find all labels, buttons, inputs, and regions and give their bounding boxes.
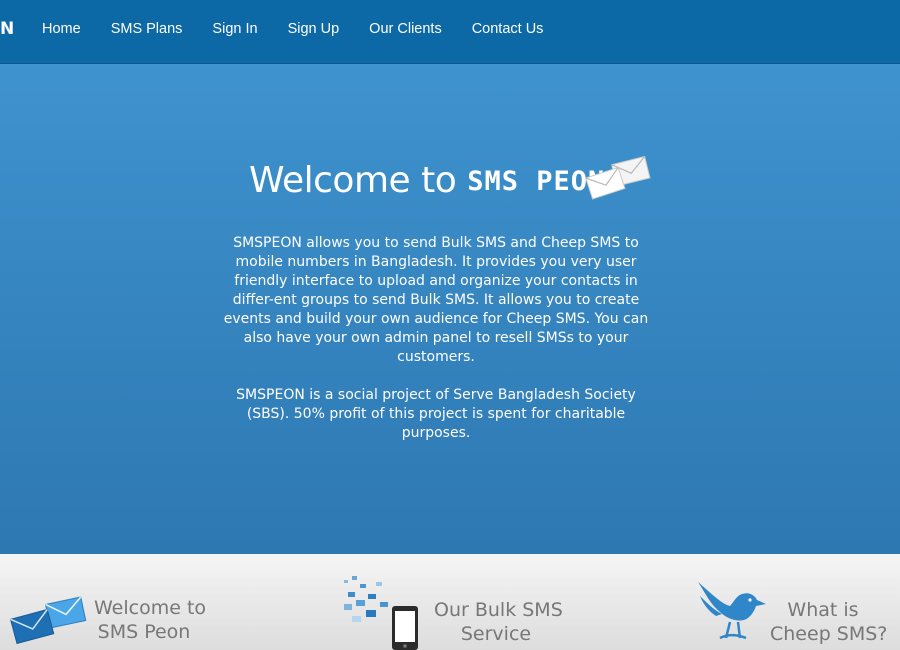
main-nav: Home SMS Plans Sign In Sign Up Our Clien… bbox=[42, 21, 573, 37]
nav-contact-us[interactable]: Contact Us bbox=[472, 21, 544, 37]
feature-cheep-sms[interactable]: What is Cheep SMS? bbox=[690, 554, 900, 650]
feature-bulk-sms-label: Our Bulk SMS Service bbox=[434, 598, 563, 646]
nav-sign-in[interactable]: Sign In bbox=[212, 21, 257, 37]
feature-cheep-sms-label: What is Cheep SMS? bbox=[770, 598, 888, 646]
feature-welcome[interactable]: Welcome to SMS Peon bbox=[0, 554, 300, 650]
envelopes-icon bbox=[585, 155, 651, 200]
hero-paragraph-2: SMSPEON is a social project of Serve Ban… bbox=[236, 387, 636, 441]
hero-title-prefix: Welcome to bbox=[249, 160, 457, 201]
bird-icon bbox=[698, 582, 766, 640]
feature-bulk-sms-line2: Service bbox=[460, 623, 532, 645]
feature-welcome-line1: Welcome to bbox=[94, 597, 207, 619]
feature-cheep-sms-line2: Cheep SMS? bbox=[770, 623, 888, 645]
nav-sign-up[interactable]: Sign Up bbox=[288, 21, 340, 37]
site-logo[interactable]: N bbox=[0, 19, 14, 39]
feature-welcome-label: Welcome to SMS Peon bbox=[94, 596, 207, 644]
feature-bulk-sms[interactable]: Our Bulk SMS Service bbox=[330, 554, 590, 650]
top-navigation-bar: N Home SMS Plans Sign In Sign Up Our Cli… bbox=[0, 0, 900, 64]
feature-welcome-line2: SMS Peon bbox=[97, 621, 191, 643]
features-strip: Welcome to SMS Peon Our Bulk SMS Service bbox=[0, 554, 900, 650]
hero-banner: Welcome to SMS PEON SMSPEON allows you t… bbox=[0, 64, 900, 554]
feature-bulk-sms-line1: Our Bulk SMS bbox=[434, 599, 563, 621]
phone-messages-icon bbox=[344, 576, 418, 650]
nav-sms-plans[interactable]: SMS Plans bbox=[111, 21, 183, 37]
hero-description: SMSPEON allows you to send Bulk SMS and … bbox=[222, 234, 650, 462]
nav-home[interactable]: Home bbox=[42, 21, 81, 37]
envelopes-icon bbox=[10, 596, 87, 644]
hero-title: Welcome to SMS PEON bbox=[249, 160, 605, 201]
feature-cheep-sms-line1: What is bbox=[787, 599, 859, 621]
hero-paragraph-1: SMSPEON allows you to send Bulk SMS and … bbox=[223, 235, 649, 365]
nav-our-clients[interactable]: Our Clients bbox=[369, 21, 442, 37]
